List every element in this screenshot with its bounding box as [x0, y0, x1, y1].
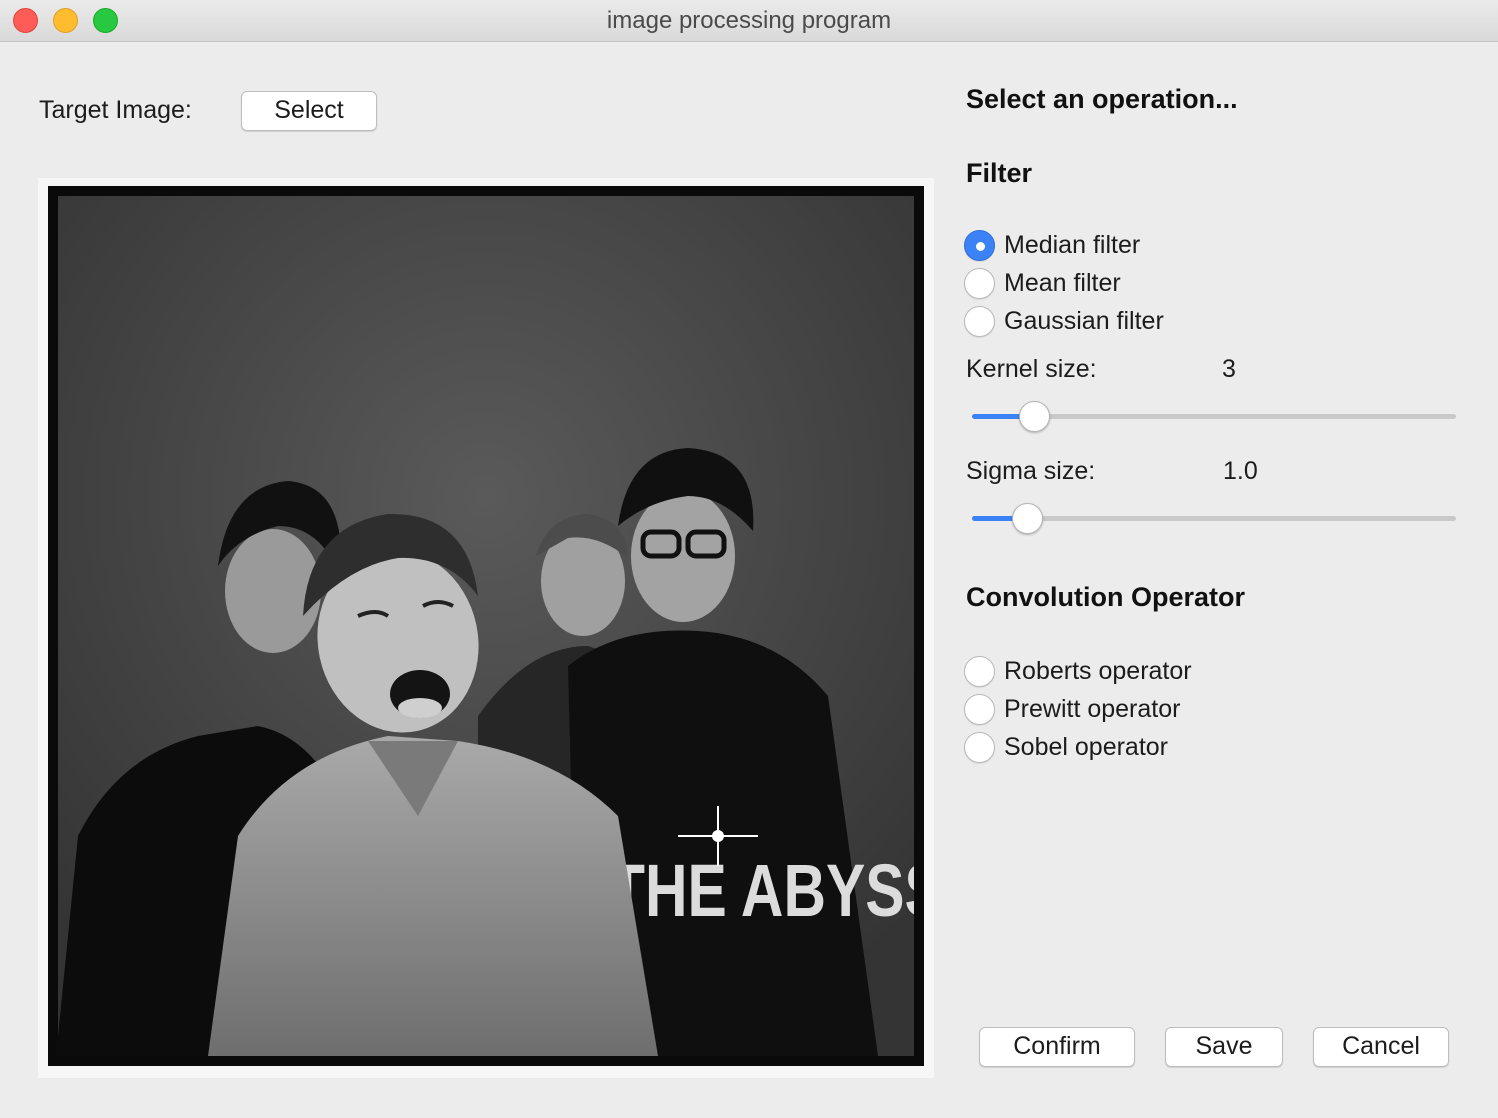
- kernel-slider-thumb[interactable]: [1019, 401, 1051, 432]
- target-image-label: Target Image:: [39, 96, 192, 124]
- app-window: image processing program Target Image: S…: [0, 0, 1498, 1118]
- median-filter-radio[interactable]: [964, 229, 995, 261]
- image-preview-frame: THE ABYSS: [38, 178, 934, 1078]
- gaussian-filter-radio[interactable]: [964, 305, 995, 337]
- sigma-slider-thumb[interactable]: [1012, 503, 1044, 534]
- prewitt-operator-label: Prewitt operator: [1004, 694, 1181, 723]
- sobel-operator-label: Sobel operator: [1004, 732, 1169, 761]
- operation-heading: Select an operation...: [966, 84, 1238, 114]
- mean-filter-radio[interactable]: [964, 267, 995, 299]
- sigma-size-value: 1.0: [1223, 457, 1258, 485]
- window-title: image processing program: [606, 7, 892, 34]
- sobel-operator-option[interactable]: Sobel operator: [964, 731, 1168, 763]
- prewitt-operator-radio[interactable]: [964, 693, 995, 725]
- roberts-operator-radio[interactable]: [964, 655, 995, 687]
- title-bar: image processing program: [0, 0, 1498, 42]
- gaussian-filter-label: Gaussian filter: [1004, 306, 1164, 335]
- shirt-print-text: THE ABYSS: [609, 849, 914, 932]
- target-image-preview: THE ABYSS: [48, 186, 924, 1066]
- convolution-operator-heading: Convolution Operator: [966, 582, 1245, 612]
- prewitt-operator-option[interactable]: Prewitt operator: [964, 693, 1180, 725]
- mean-filter-option[interactable]: Mean filter: [964, 267, 1121, 299]
- roberts-operator-label: Roberts operator: [1004, 656, 1192, 685]
- gaussian-filter-option[interactable]: Gaussian filter: [964, 305, 1164, 337]
- select-image-button[interactable]: Select: [241, 91, 377, 131]
- sigma-size-slider[interactable]: [972, 502, 1456, 534]
- median-filter-option[interactable]: Median filter: [964, 229, 1140, 261]
- filter-heading: Filter: [966, 158, 1033, 188]
- median-filter-label: Median filter: [1004, 230, 1141, 259]
- cancel-button[interactable]: Cancel: [1313, 1027, 1449, 1067]
- roberts-operator-option[interactable]: Roberts operator: [964, 655, 1192, 687]
- kernel-size-value: 3: [1222, 355, 1236, 383]
- photo-illustration: THE ABYSS: [58, 196, 914, 1056]
- kernel-size-slider[interactable]: [972, 400, 1456, 432]
- kernel-size-label: Kernel size:: [966, 355, 1097, 383]
- sigma-size-label: Sigma size:: [966, 457, 1096, 485]
- sobel-operator-radio[interactable]: [964, 731, 995, 763]
- sigma-slider-track: [972, 516, 1456, 521]
- confirm-button[interactable]: Confirm: [979, 1027, 1135, 1067]
- save-button[interactable]: Save: [1165, 1027, 1283, 1067]
- mean-filter-label: Mean filter: [1004, 268, 1121, 297]
